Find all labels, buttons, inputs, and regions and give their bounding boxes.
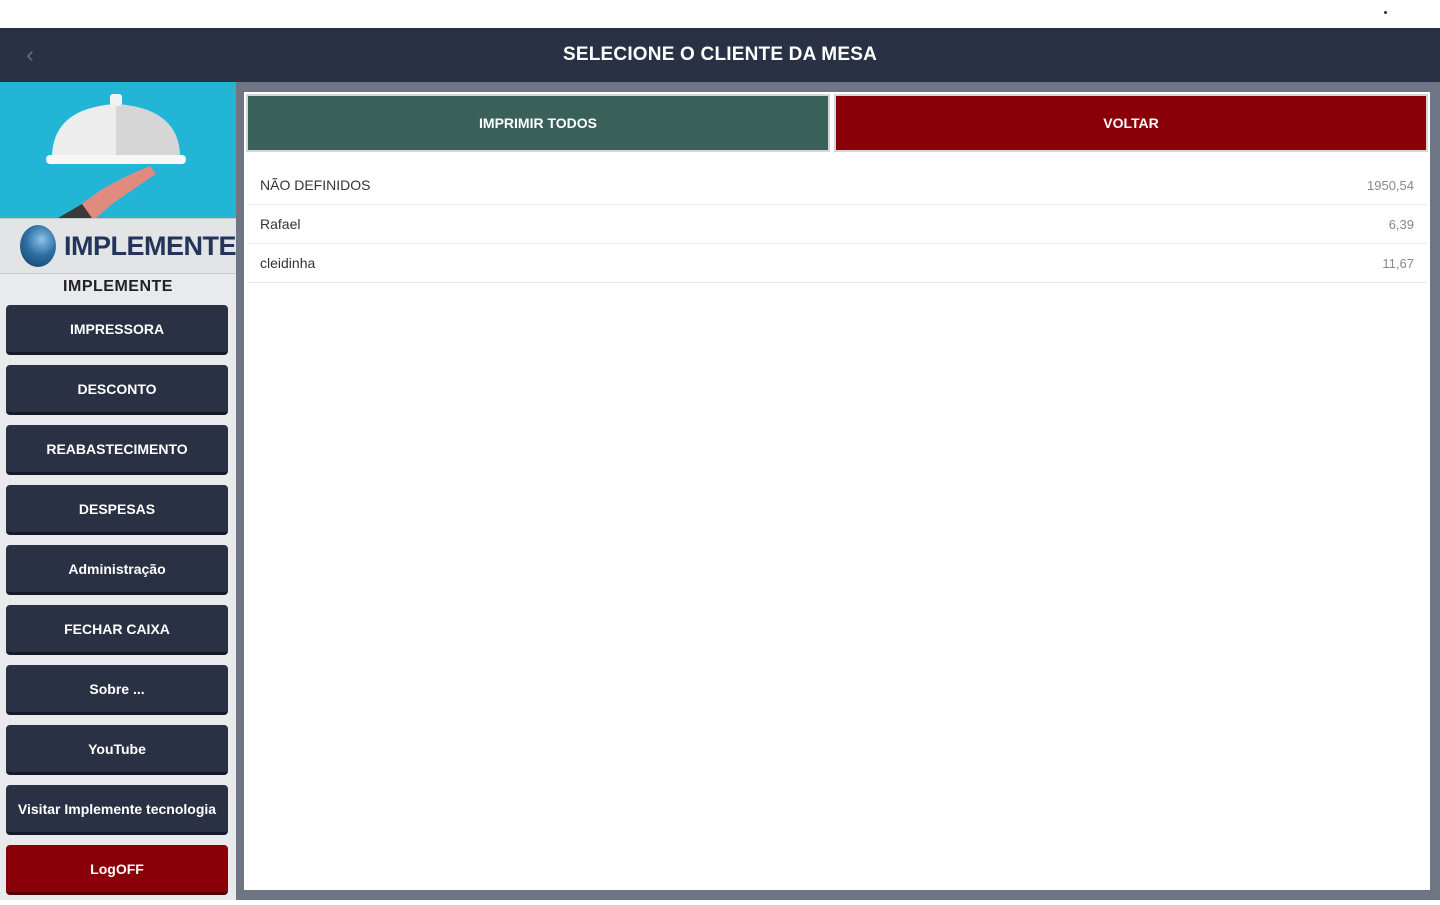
about-button[interactable]: Sobre ... [6, 665, 228, 715]
client-name: Rafael [260, 216, 301, 232]
print-all-button[interactable]: IMPRIMIR TODOS [246, 94, 830, 152]
back-button[interactable]: ‹ [14, 38, 46, 72]
client-value: 6,39 [1388, 216, 1414, 232]
action-bar: IMPRIMIR TODOS VOLTAR [246, 94, 1428, 152]
client-list: NÃO DEFINIDOS 1950,54 Rafael 6,39 cleidi… [248, 166, 1426, 283]
main-area: IMPRIMIR TODOS VOLTAR NÃO DEFINIDOS 1950… [236, 82, 1440, 900]
client-value: 11,67 [1382, 255, 1414, 271]
logo-text: IMPLEMENTE [63, 230, 237, 261]
brand-name: IMPLEMENTE [63, 278, 173, 295]
close-register-button[interactable]: FECHAR CAIXA [6, 605, 228, 655]
status-bar [0, 0, 1440, 28]
top-app-bar: ‹ SELECIONE O CLIENTE DA MESA [0, 28, 1440, 82]
client-name: NÃO DEFINIDOS [260, 177, 371, 193]
client-row[interactable]: cleidinha 11,67 [248, 244, 1426, 283]
expenses-button[interactable]: DESPESAS [6, 485, 228, 535]
restock-button[interactable]: REABASTECIMENTO [6, 425, 228, 475]
logoff-button[interactable]: LogOFF [6, 845, 228, 895]
back-action-button[interactable]: VOLTAR [834, 94, 1428, 152]
chevron-left-icon: ‹ [26, 42, 34, 67]
visit-website-button[interactable]: Visitar Implemente tecnologia [6, 785, 228, 835]
page-title: SELECIONE O CLIENTE DA MESA [562, 44, 877, 65]
globe-logo-icon [20, 225, 56, 267]
client-row[interactable]: Rafael 6,39 [248, 205, 1426, 244]
serving-cloche-icon [46, 94, 186, 218]
printer-button[interactable]: IMPRESSORA [6, 305, 228, 355]
status-indicator-icon [1384, 11, 1387, 14]
client-panel: IMPRIMIR TODOS VOLTAR NÃO DEFINIDOS 1950… [244, 92, 1430, 890]
client-value: 1950,54 [1367, 177, 1414, 193]
brand-logo: IMPLEMENTE [0, 218, 237, 274]
youtube-button[interactable]: YouTube [6, 725, 228, 775]
administration-button[interactable]: Administração [6, 545, 228, 595]
client-name: cleidinha [260, 255, 316, 271]
sidebar: IMPLEMENTE IMPLEMENTE IMPRESSORA DESCONT… [0, 82, 237, 900]
hero-banner [0, 82, 236, 218]
sidebar-menu: IMPRESSORA DESCONTO REABASTECIMENTO DESP… [6, 305, 230, 905]
discount-button[interactable]: DESCONTO [6, 365, 228, 415]
client-row[interactable]: NÃO DEFINIDOS 1950,54 [248, 166, 1426, 205]
